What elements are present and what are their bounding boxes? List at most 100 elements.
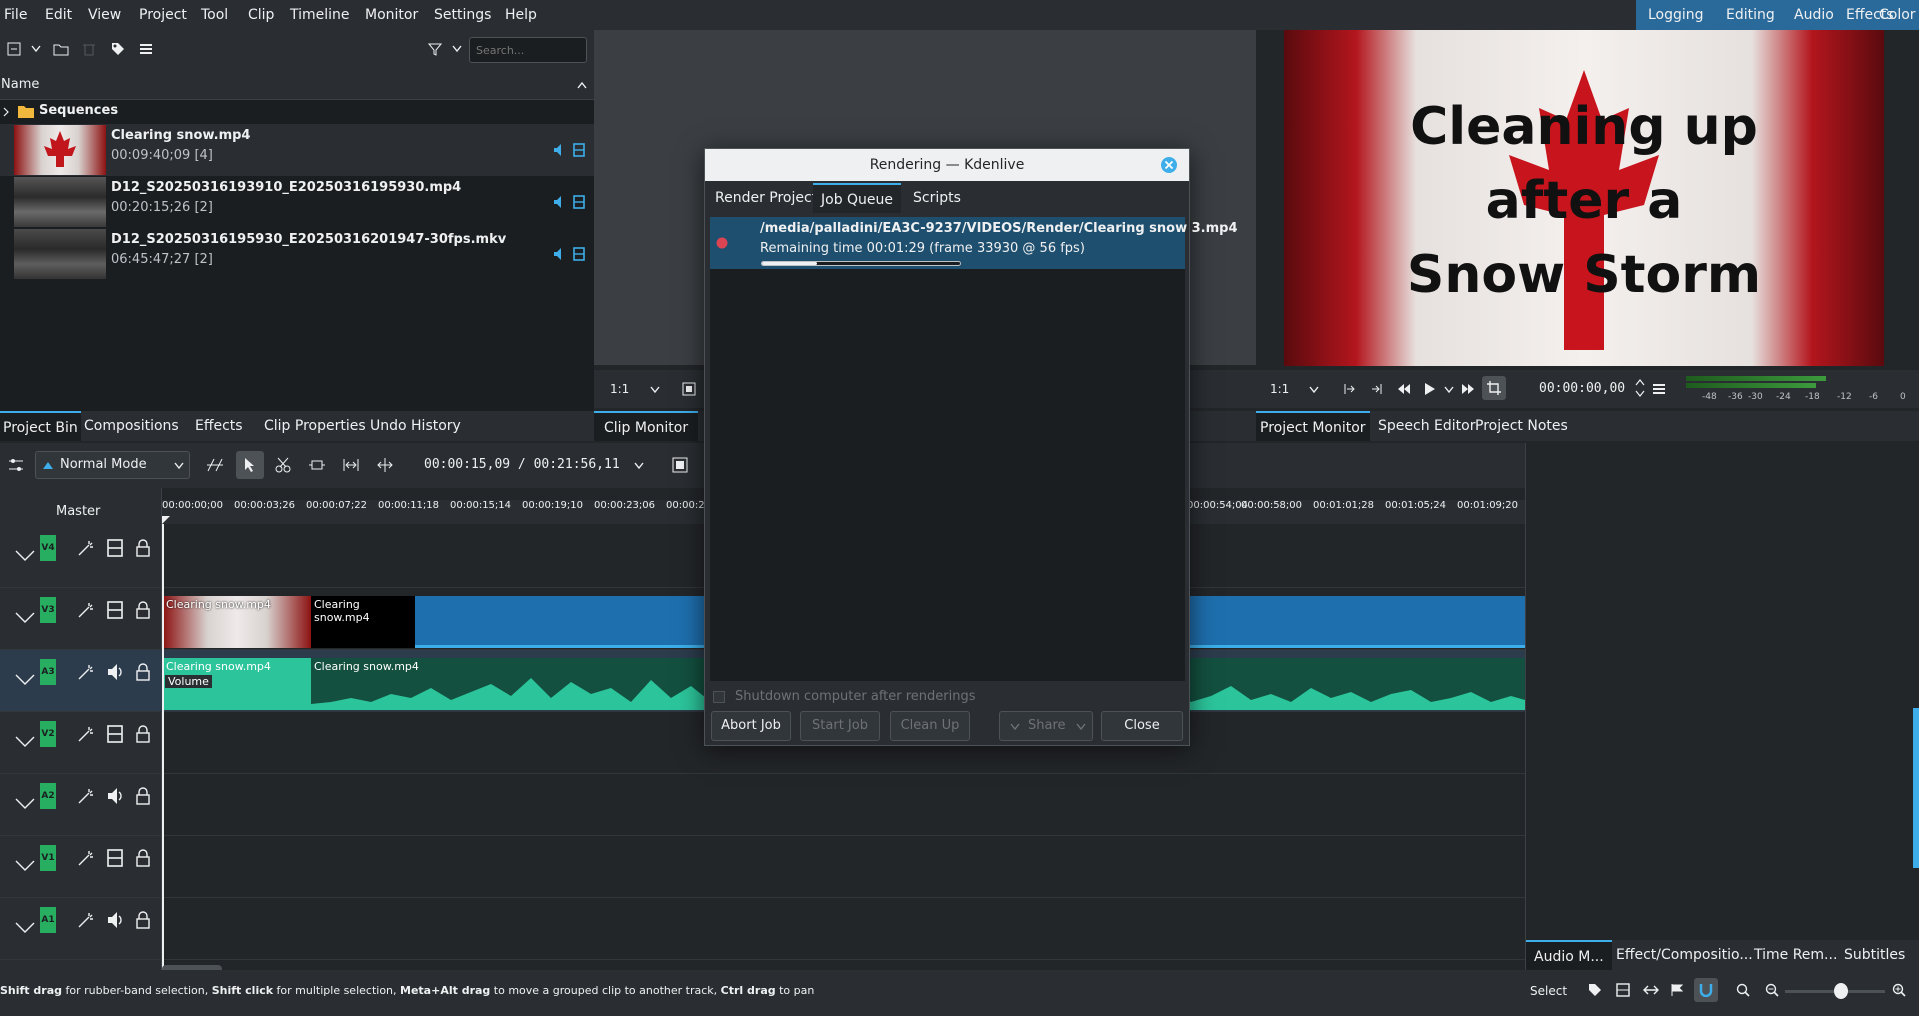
panel-scrollbar[interactable] [1913, 708, 1919, 868]
zoom-fit-icon[interactable] [1736, 983, 1750, 997]
tag-icon[interactable] [1588, 983, 1602, 997]
timeline-position[interactable]: 00:00:15,09 / 00:21:56,11 [424, 457, 620, 472]
effect-wand-icon[interactable] [77, 787, 95, 805]
effect-wand-icon[interactable] [77, 663, 95, 681]
workspace-color[interactable]: Color [1871, 0, 1919, 30]
audio-icon[interactable] [552, 195, 564, 209]
workspace-editing[interactable]: Editing [1718, 0, 1783, 30]
chevron-down-icon[interactable] [452, 45, 462, 53]
tab-undo-history[interactable]: Undo History [360, 411, 471, 441]
menu-tool[interactable]: Tool [201, 0, 228, 30]
zoom-in-icon[interactable] [1892, 983, 1906, 997]
add-clip-icon[interactable] [7, 42, 21, 56]
track-label[interactable]: V2 [40, 721, 56, 747]
project-timecode[interactable]: 00:00:00,00 [1539, 381, 1625, 396]
close-button[interactable]: Close [1101, 711, 1183, 741]
track-label[interactable]: A1 [40, 907, 56, 933]
folder-row[interactable]: Sequences [0, 100, 594, 124]
tab-speech-editor[interactable]: Speech Editor [1374, 411, 1479, 441]
speaker-icon[interactable] [106, 663, 124, 681]
split-view-icon[interactable] [672, 457, 688, 473]
audio-icon[interactable] [552, 143, 564, 157]
lock-icon[interactable] [134, 725, 152, 743]
folder-icon[interactable] [53, 42, 69, 56]
collapse-track-icon[interactable] [14, 672, 36, 686]
menu-icon[interactable] [1652, 382, 1666, 396]
clean-up-button[interactable]: Clean Up [890, 711, 970, 741]
rewind-icon[interactable] [1397, 382, 1411, 396]
collapse-track-icon[interactable] [14, 610, 36, 624]
menu-timeline[interactable]: Timeline [290, 0, 350, 30]
lock-icon[interactable] [134, 663, 152, 681]
film-icon[interactable] [106, 601, 124, 619]
snap-toggle[interactable] [1694, 978, 1718, 1002]
effect-wand-icon[interactable] [77, 911, 95, 929]
mix-icon[interactable] [1643, 983, 1659, 997]
menu-clip[interactable]: Clip [248, 0, 274, 30]
tab-project-notes[interactable]: Project Notes [1471, 411, 1572, 441]
share-button[interactable]: Share [999, 711, 1093, 741]
timeline-clip[interactable]: Clearing snow.mp4 [311, 596, 415, 648]
film-icon[interactable] [106, 539, 124, 557]
play-icon[interactable] [1424, 382, 1436, 396]
monitor-overlay-icon[interactable] [682, 382, 696, 396]
roll-tool-icon[interactable] [376, 457, 394, 473]
list-item[interactable]: D12_S20250316195930_E20250316201947-30fp… [0, 228, 594, 280]
master-label[interactable]: Master [56, 504, 100, 519]
workspace-logging[interactable]: Logging [1640, 0, 1712, 30]
collapse-track-icon[interactable] [14, 920, 36, 934]
tab-project-monitor[interactable]: Project Monitor [1256, 411, 1370, 441]
timeline-clip[interactable]: Clearing snow.mp4 Volume [163, 658, 311, 710]
chevron-up-icon[interactable] [577, 81, 587, 89]
playhead-line[interactable] [162, 524, 164, 970]
edit-mode-select[interactable]: Normal Mode [35, 451, 190, 479]
tab-clip-properties[interactable]: Clip Properties [254, 411, 376, 441]
lock-icon[interactable] [134, 787, 152, 805]
tab-subtitles[interactable]: Subtitles [1836, 940, 1913, 970]
fast-forward-icon[interactable] [1461, 382, 1475, 396]
menu-monitor[interactable]: Monitor [365, 0, 418, 30]
menu-help[interactable]: Help [505, 0, 537, 30]
effect-wand-icon[interactable] [77, 849, 95, 867]
chevron-down-icon[interactable] [1444, 386, 1454, 394]
chevron-down-icon[interactable] [1309, 386, 1319, 394]
project-zoom-value[interactable]: 1:1 [1270, 382, 1289, 396]
zoom-out-icon[interactable] [1765, 983, 1779, 997]
effect-wand-icon[interactable] [77, 601, 95, 619]
lock-icon[interactable] [134, 849, 152, 867]
film-icon[interactable] [1616, 983, 1630, 997]
job-row[interactable]: /media/palladini/EA3C-9237/VIDEOS/Render… [710, 217, 1238, 269]
lock-icon[interactable] [134, 601, 152, 619]
list-item[interactable]: D12_S20250316193910_E20250316195930.mp4 … [0, 176, 594, 228]
track-label[interactable]: V4 [40, 535, 56, 561]
menu-view[interactable]: View [88, 0, 121, 30]
menu-settings[interactable]: Settings [434, 0, 491, 30]
chevron-right-icon[interactable] [3, 107, 9, 117]
chevron-down-icon[interactable] [31, 45, 41, 53]
set-zone-in-icon[interactable] [1343, 382, 1355, 396]
lock-icon[interactable] [134, 911, 152, 929]
name-column-header[interactable]: Name [1, 77, 39, 92]
tab-job-queue[interactable]: Job Queue [813, 183, 902, 213]
settings-sliders-icon[interactable] [8, 457, 24, 473]
film-icon[interactable] [106, 725, 124, 743]
track-label[interactable]: A2 [40, 783, 56, 809]
tab-time-remapping[interactable]: Time Rem... [1746, 940, 1845, 970]
track-label[interactable]: V1 [40, 845, 56, 871]
collapse-track-icon[interactable] [14, 548, 36, 562]
chevron-down-icon[interactable] [650, 386, 660, 394]
menu-edit[interactable]: Edit [45, 0, 72, 30]
video-icon[interactable] [573, 143, 585, 157]
tab-clip-monitor[interactable]: Clip Monitor [594, 411, 699, 441]
workspace-audio[interactable]: Audio [1786, 0, 1842, 30]
ripple-tool-icon[interactable] [342, 457, 360, 473]
tab-project-bin[interactable]: Project Bin [0, 411, 81, 441]
collapse-track-icon[interactable] [14, 734, 36, 748]
audio-icon[interactable] [552, 247, 564, 261]
set-zone-out-icon[interactable] [1371, 382, 1383, 396]
menu-file[interactable]: File [4, 0, 27, 30]
tab-render-project[interactable]: Render Project [707, 183, 825, 213]
slip-tool-icon[interactable] [308, 457, 326, 473]
tag-icon[interactable] [110, 41, 126, 57]
effect-wand-icon[interactable] [77, 725, 95, 743]
